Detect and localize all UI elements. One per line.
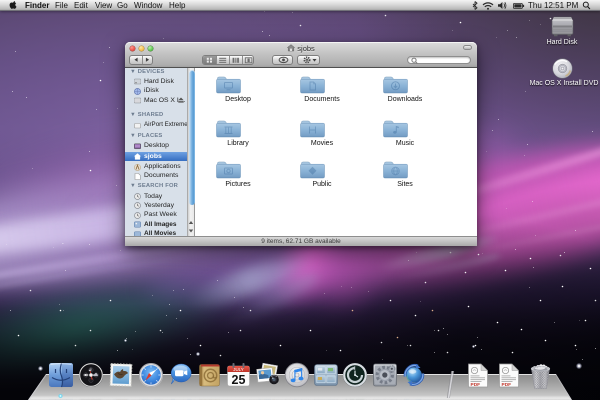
svg-text:JULY: JULY <box>233 367 243 372</box>
svg-text:25: 25 <box>232 373 246 387</box>
svg-text:PDF: PDF <box>502 382 512 388</box>
svg-text:PDF: PDF <box>471 382 481 388</box>
